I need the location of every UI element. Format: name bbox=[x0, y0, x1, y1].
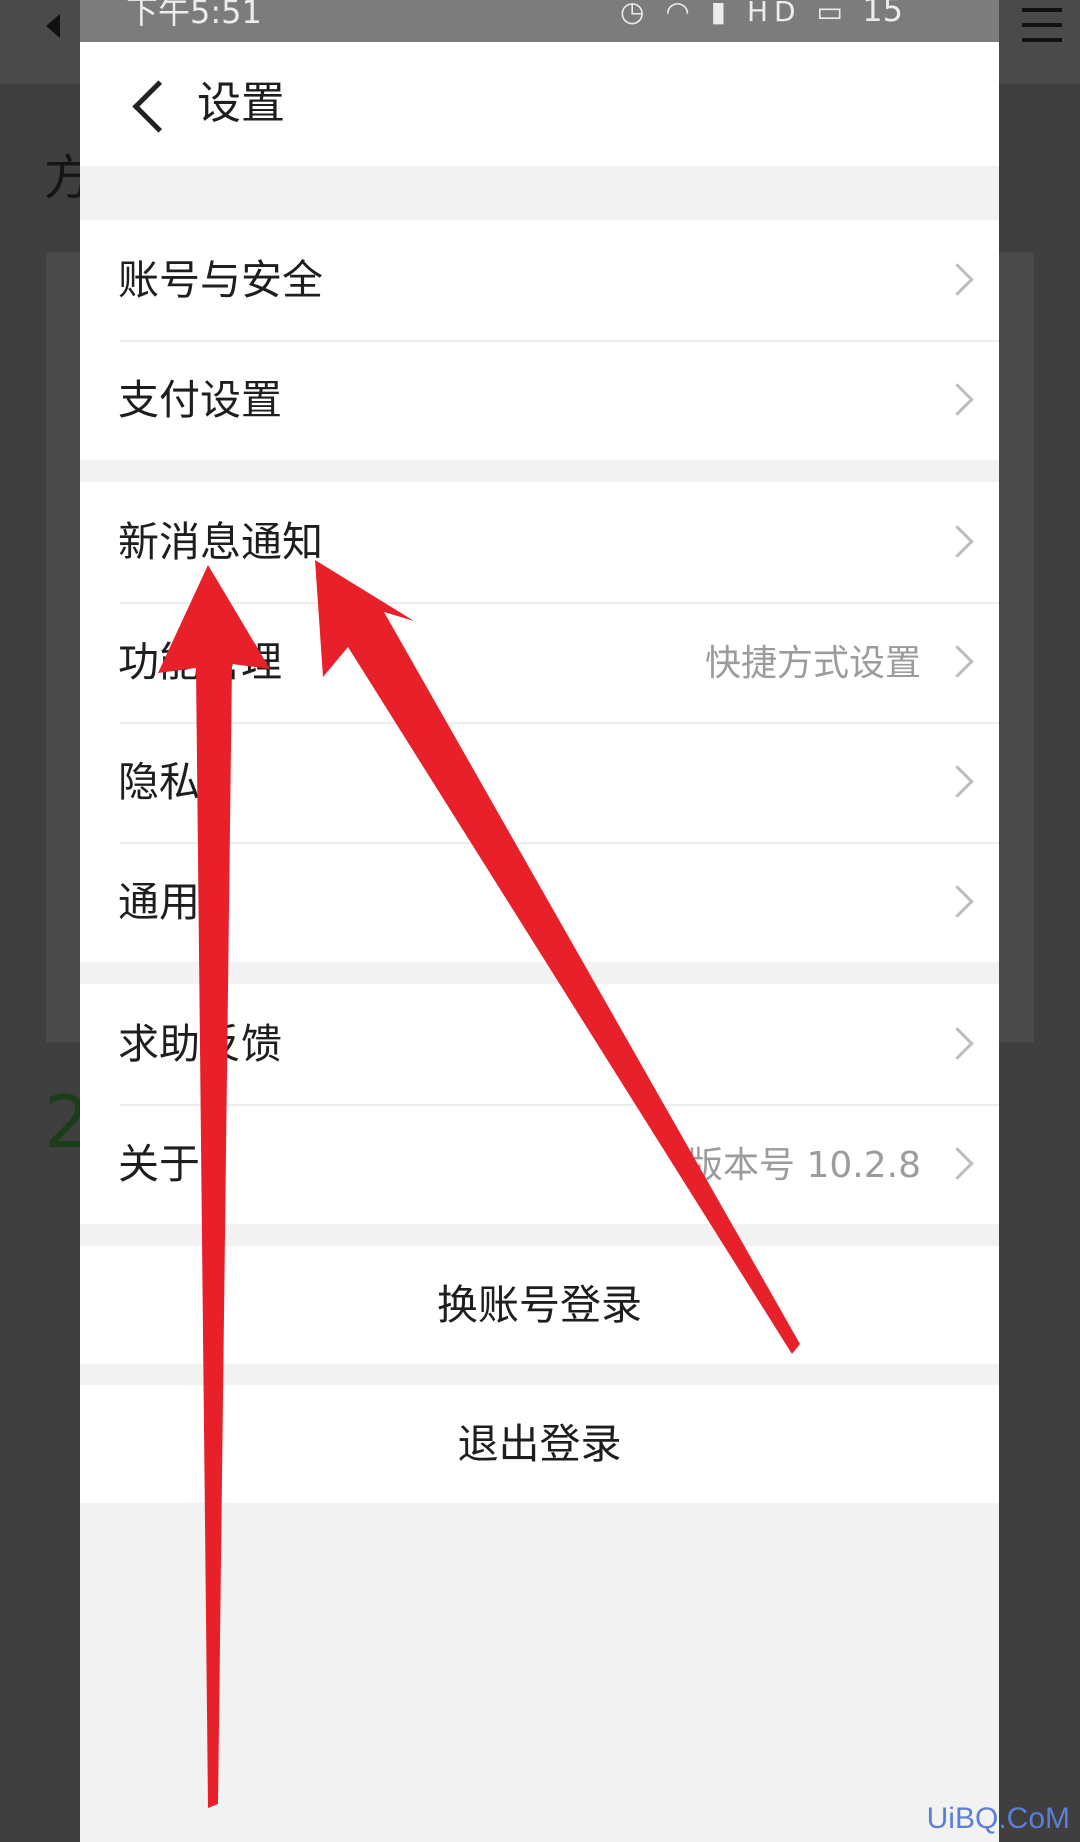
switch-account-label: 换账号登录 bbox=[437, 1281, 642, 1329]
settings-item-feedback[interactable]: 求助反馈 bbox=[80, 984, 999, 1104]
status-time: 下午5:51 bbox=[126, 0, 262, 31]
settings-item-label: 支付设置 bbox=[118, 376, 282, 424]
battery-level: 15 bbox=[862, 0, 903, 29]
status-icons: ◷ ◠ ▮ HD ▭ bbox=[620, 0, 849, 30]
settings-item-value: 版本号 10.2.8 bbox=[687, 1145, 921, 1186]
background-text-fragment: 方 bbox=[44, 150, 80, 206]
alarm-icon: ◷ bbox=[619, 0, 651, 28]
background-menu-icon bbox=[1022, 8, 1062, 53]
settings-item-features[interactable]: 功能管理 快捷方式设置 bbox=[80, 602, 999, 722]
settings-item-label: 功能管理 bbox=[118, 638, 282, 686]
settings-item-label: 关于 bbox=[118, 1140, 200, 1188]
settings-item-general[interactable]: 通用 bbox=[80, 842, 999, 962]
wifi-icon: ◠ bbox=[665, 0, 696, 28]
chevron-right-icon bbox=[941, 383, 974, 416]
page-title: 设置 bbox=[197, 78, 285, 129]
signal-icon: ▮ bbox=[710, 0, 733, 28]
status-bar: 下午5:51 ◷ ◠ ▮ HD ▭ 15 bbox=[80, 0, 999, 42]
background-panel-right bbox=[999, 252, 1034, 1042]
settings-item-label: 账号与安全 bbox=[118, 256, 323, 304]
chevron-right-icon bbox=[941, 1147, 974, 1180]
settings-item-label: 新消息通知 bbox=[118, 518, 323, 566]
chevron-right-icon bbox=[941, 1027, 974, 1060]
background-panel-left bbox=[46, 252, 80, 1042]
settings-item-value: 快捷方式设置 bbox=[704, 643, 921, 684]
switch-account-button[interactable]: 换账号登录 bbox=[80, 1246, 999, 1364]
watermark: UiBQ.CoM bbox=[926, 1802, 1070, 1835]
settings-group-account: 账号与安全 支付设置 bbox=[80, 220, 999, 460]
settings-item-privacy[interactable]: 隐私 bbox=[80, 722, 999, 842]
settings-screen: 下午5:51 ◷ ◠ ▮ HD ▭ 15 设置 账号与安全 支付设置 新消息通知 bbox=[80, 0, 999, 1842]
chevron-right-icon bbox=[941, 645, 974, 678]
chevron-right-icon bbox=[941, 765, 974, 798]
chevron-right-icon bbox=[941, 525, 974, 558]
settings-item-label: 通用 bbox=[118, 878, 200, 926]
logout-button[interactable]: 退出登录 bbox=[80, 1385, 999, 1503]
settings-item-notifications[interactable]: 新消息通知 bbox=[80, 482, 999, 602]
hd-icon: HD bbox=[747, 0, 802, 28]
settings-header: 设置 bbox=[80, 42, 999, 166]
chevron-left-icon bbox=[132, 80, 185, 133]
settings-item-about[interactable]: 关于 版本号 10.2.8 bbox=[80, 1104, 999, 1224]
chevron-right-icon bbox=[941, 263, 974, 296]
settings-item-account-security[interactable]: 账号与安全 bbox=[80, 220, 999, 340]
background-back-icon bbox=[46, 14, 60, 38]
battery-icon: ▭ bbox=[816, 0, 849, 28]
back-button[interactable] bbox=[114, 72, 185, 136]
logout-label: 退出登录 bbox=[457, 1420, 622, 1468]
settings-item-label: 隐私 bbox=[118, 758, 200, 806]
settings-group-help: 求助反馈 关于 版本号 10.2.8 bbox=[80, 984, 999, 1224]
settings-item-label: 求助反馈 bbox=[118, 1020, 282, 1068]
settings-group-general: 新消息通知 功能管理 快捷方式设置 隐私 通用 bbox=[80, 482, 999, 962]
chevron-right-icon bbox=[941, 885, 974, 918]
background-number-fragment: 2 bbox=[44, 1080, 80, 1164]
settings-item-payment[interactable]: 支付设置 bbox=[80, 340, 999, 460]
